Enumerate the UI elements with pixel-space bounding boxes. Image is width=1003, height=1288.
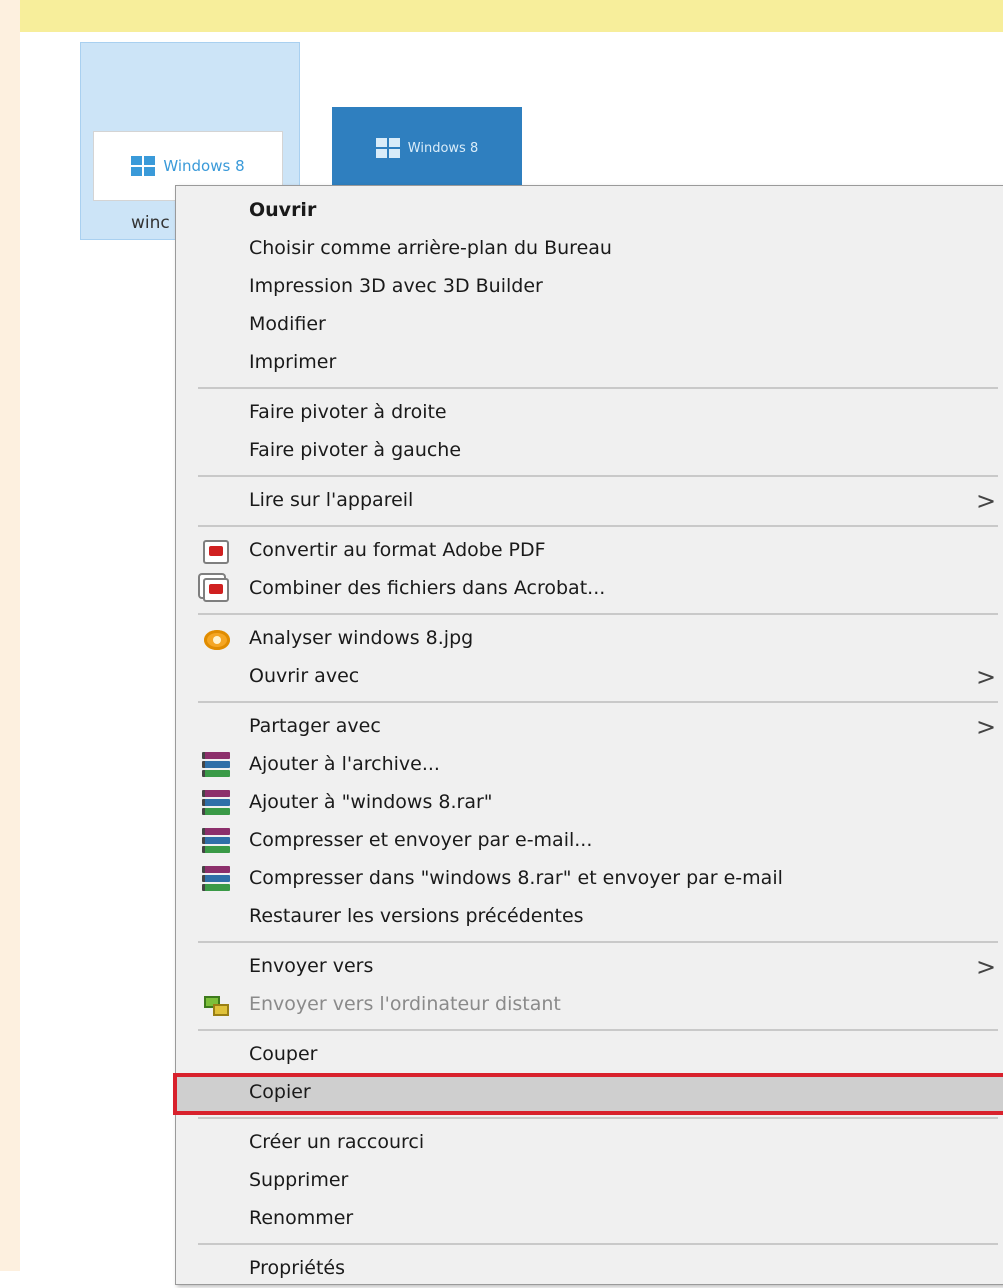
file-item-second[interactable]: Windows 8 [332, 107, 522, 189]
menu-item-copier[interactable]: Copier [173, 1073, 1003, 1115]
menu-item-label: Compresser dans "windows 8.rar" et envoy… [249, 867, 783, 889]
menu-item-label: Convertir au format Adobe PDF [249, 539, 546, 561]
menu-item-ajouter-a-windows-8-rar[interactable]: Ajouter à "windows 8.rar" [176, 786, 1003, 822]
chevron-right-icon: > [976, 663, 997, 691]
menu-item-label: Lire sur l'appareil [249, 489, 414, 511]
pdf-combine-icon [203, 578, 229, 602]
winrar-icon [202, 752, 230, 780]
menu-item-ouvrir-avec[interactable]: Ouvrir avec > [176, 660, 1003, 696]
menu-item-analyser-windows-8-jpg[interactable]: Analyser windows 8.jpg [176, 622, 1003, 658]
winrar-icon [202, 828, 230, 856]
menu-item-compresser-dans-windows-8-rar-et-envoyer-par-e-mail[interactable]: Compresser dans "windows 8.rar" et envoy… [176, 862, 1003, 898]
menu-item-ajouter-a-l-archive[interactable]: Ajouter à l'archive... [176, 748, 1003, 784]
menu-item-compresser-et-envoyer-par-e-mail[interactable]: Compresser et envoyer par e-mail... [176, 824, 1003, 860]
menu-item-label: Supprimer [249, 1169, 349, 1191]
menu-separator [198, 1243, 998, 1245]
menu-item-faire-pivoter-a-gauche[interactable]: Faire pivoter à gauche [176, 434, 1003, 470]
menu-item-label: Ajouter à l'archive... [249, 753, 440, 775]
scan-eye-icon [204, 630, 230, 650]
menu-item-couper[interactable]: Couper [176, 1038, 1003, 1074]
menu-item-label: Renommer [249, 1207, 354, 1229]
menu-item-renommer[interactable]: Renommer [176, 1202, 1003, 1238]
menu-item-label: Créer un raccourci [249, 1131, 425, 1153]
winrar-icon [202, 866, 230, 894]
menu-separator [198, 525, 998, 527]
menu-item-label: Compresser et envoyer par e-mail... [249, 829, 593, 851]
menu-item-label: Propriétés [249, 1257, 346, 1279]
menu-item-faire-pivoter-a-droite[interactable]: Faire pivoter à droite [176, 396, 1003, 432]
menu-item-label: Imprimer [249, 351, 337, 373]
menu-separator [198, 1029, 998, 1031]
menu-separator [198, 613, 998, 615]
menu-item-label: Faire pivoter à droite [249, 401, 447, 423]
menu-item-label: Modifier [249, 313, 326, 335]
menu-item-label: Faire pivoter à gauche [249, 439, 462, 461]
chevron-right-icon: > [976, 713, 997, 741]
windows-logo-icon [131, 156, 156, 176]
menu-item-label: Ouvrir [249, 199, 317, 221]
menu-item-impression-3d-avec-3d-builder[interactable]: Impression 3D avec 3D Builder [176, 270, 1003, 306]
chevron-right-icon: > [976, 953, 997, 981]
context-menu: Ouvrir Choisir comme arrière-plan du Bure… [173, 185, 1003, 1288]
windows-logo-icon [375, 138, 400, 158]
menu-item-label: Envoyer vers [249, 955, 374, 977]
menu-item-restaurer-les-versions-precedentes[interactable]: Restaurer les versions précédentes [176, 900, 1003, 936]
menu-item-imprimer[interactable]: Imprimer [176, 346, 1003, 382]
left-border-strip [0, 0, 20, 1271]
menu-item-envoyer-vers[interactable]: Envoyer vers > [176, 950, 1003, 986]
menu-item-label: Impression 3D avec 3D Builder [249, 275, 543, 297]
chevron-right-icon: > [976, 487, 997, 515]
top-banner [0, 0, 1003, 32]
pdf-icon [203, 540, 229, 564]
menu-item-label: Copier [249, 1081, 311, 1103]
menu-item-label: Analyser windows 8.jpg [249, 627, 474, 649]
menu-item-creer-un-raccourci[interactable]: Créer un raccourci [176, 1126, 1003, 1162]
menu-item-convertir-au-format-adobe-pdf[interactable]: Convertir au format Adobe PDF [176, 534, 1003, 570]
menu-item-label: Partager avec [249, 715, 381, 737]
menu-item-combiner-des-fichiers-dans-acrobat[interactable]: Combiner des fichiers dans Acrobat... [176, 572, 1003, 608]
menu-item-ouvrir[interactable]: Ouvrir [176, 194, 1003, 230]
menu-item-label: Couper [249, 1043, 318, 1065]
thumbnail-text: Windows 8 [407, 140, 479, 156]
menu-item-modifier[interactable]: Modifier [176, 308, 1003, 344]
menu-item-label: Envoyer vers l'ordinateur distant [249, 993, 561, 1015]
menu-item-label: Choisir comme arrière-plan du Bureau [249, 237, 612, 259]
menu-item-label: Ouvrir avec [249, 665, 360, 687]
remote-desktop-icon [204, 996, 230, 1018]
menu-item-lire-sur-l-appareil[interactable]: Lire sur l'appareil > [176, 484, 1003, 520]
menu-item-partager-avec[interactable]: Partager avec > [176, 710, 1003, 746]
menu-separator [198, 475, 998, 477]
menu-separator [198, 941, 998, 943]
menu-item-envoyer-vers-l-ordinateur-distant: Envoyer vers l'ordinateur distant [176, 988, 1003, 1024]
thumbnail-text: Windows 8 [163, 157, 245, 175]
menu-item-supprimer[interactable]: Supprimer [176, 1164, 1003, 1200]
file-name-label: winc [131, 213, 170, 233]
winrar-icon [202, 790, 230, 818]
menu-item-label: Restaurer les versions précédentes [249, 905, 584, 927]
menu-separator [198, 701, 998, 703]
menu-separator [198, 1117, 998, 1119]
menu-item-label: Ajouter à "windows 8.rar" [249, 791, 493, 813]
menu-item-proprietes[interactable]: Propriétés [176, 1252, 1003, 1288]
menu-item-label: Combiner des fichiers dans Acrobat... [249, 577, 606, 599]
menu-separator [198, 387, 998, 389]
menu-item-choisir-comme-arriere-plan-du-bureau[interactable]: Choisir comme arrière-plan du Bureau [176, 232, 1003, 268]
